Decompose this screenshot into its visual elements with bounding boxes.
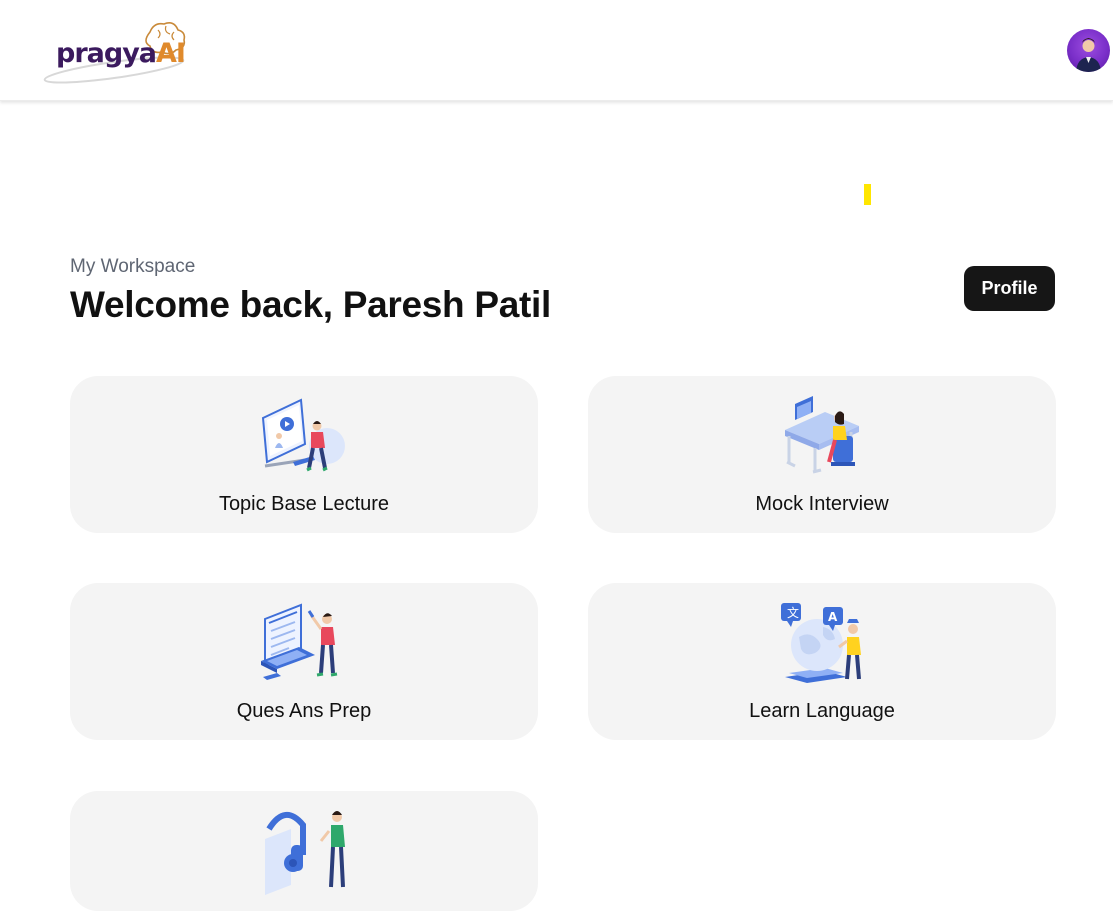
card-label: Learn Language (749, 700, 895, 722)
card-mock-interview[interactable]: Mock Interview (588, 376, 1056, 533)
svg-text:文: 文 (787, 605, 799, 620)
welcome-heading: Welcome back, Paresh Patil (70, 284, 551, 325)
person-avatar-icon (1076, 38, 1101, 72)
top-navbar: pragyaAI (0, 0, 1113, 101)
svg-text:A: A (828, 610, 838, 624)
audio-learning-illustration-icon (265, 811, 345, 895)
qa-prep-illustration-icon (261, 603, 338, 680)
pragya-ai-logo[interactable]: pragyaAI (42, 18, 192, 86)
workspace-label: My Workspace (70, 256, 196, 277)
lecture-illustration-icon (261, 398, 345, 472)
card-label: Topic Base Lecture (218, 493, 390, 515)
profile-button[interactable]: Profile (964, 266, 1055, 311)
card-audio-learning[interactable] (70, 791, 538, 911)
logo-text: pragyaAI (56, 38, 186, 69)
yellow-marker (864, 184, 871, 205)
interview-illustration-icon (785, 396, 859, 474)
card-label: Ques Ans Prep (236, 700, 372, 722)
card-label: Mock Interview (755, 493, 889, 515)
user-avatar[interactable] (1067, 29, 1110, 72)
card-learn-language[interactable]: 文 A Learn Language (588, 583, 1056, 740)
card-ques-ans-prep[interactable]: Ques Ans Prep (70, 583, 538, 740)
language-illustration-icon: 文 A (781, 603, 861, 683)
card-topic-base-lecture[interactable]: Topic Base Lecture (70, 376, 538, 533)
